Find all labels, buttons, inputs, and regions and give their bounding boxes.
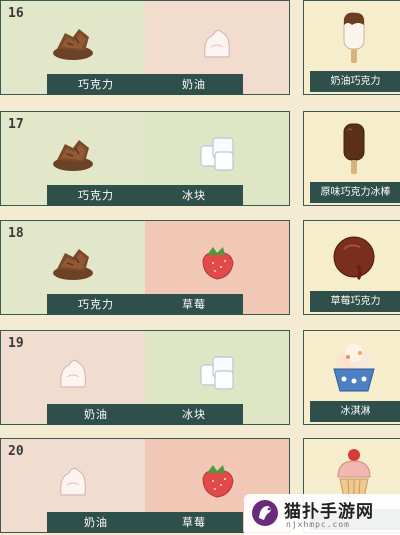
watermark-title: 猫扑手游网 bbox=[284, 502, 374, 522]
result-label: 原味巧克力冰棒 bbox=[310, 182, 400, 203]
recipe-page: 16 巧克力 奶油 奶油巧克力 17 巧克力 冰块 原味巧克力冰棒 18 巧克力… bbox=[0, 0, 400, 535]
watermark: 猫扑手游网 njxhmpc.com bbox=[244, 494, 400, 535]
chocolate-icon bbox=[49, 134, 97, 174]
result-label: 冰淇淋 bbox=[310, 401, 400, 422]
ice-cube-icon bbox=[193, 353, 241, 393]
recipe-row: 16 巧克力 奶油 奶油巧克力 bbox=[0, 0, 400, 97]
chocolate-icon bbox=[49, 23, 97, 63]
cream-icon bbox=[49, 353, 97, 393]
ice-cream-cup-icon bbox=[330, 339, 378, 397]
ingredient-label-bar: 巧克力 奶油 bbox=[47, 74, 243, 95]
ingredient-label-bar: 巧克力 草莓 bbox=[47, 294, 243, 315]
ingredient-label: 巧克力 bbox=[78, 78, 114, 91]
recipe-row: 18 巧克力 草莓 草莓巧克力 bbox=[0, 220, 400, 317]
ingredient-label-bar: 奶油 草莓 bbox=[47, 512, 243, 533]
result-label: 草莓巧克力 bbox=[310, 291, 400, 312]
strawberry-icon bbox=[193, 243, 241, 283]
recipe-number: 17 bbox=[8, 117, 24, 132]
strawberry-chocolate-icon bbox=[330, 229, 378, 287]
result-label: 奶油巧克力 bbox=[310, 71, 400, 92]
result-card[interactable]: 草莓巧克力 bbox=[303, 220, 400, 315]
recipe-number: 20 bbox=[8, 444, 24, 459]
ingredient-label-bar: 巧克力 冰块 bbox=[47, 185, 243, 206]
ingredient-label: 草莓 bbox=[182, 298, 206, 311]
result-card[interactable]: 冰淇淋 bbox=[303, 330, 400, 425]
recipe-row: 17 巧克力 冰块 原味巧克力冰棒 bbox=[0, 111, 400, 208]
recipe-number: 16 bbox=[8, 6, 24, 21]
watermark-logo-icon bbox=[250, 498, 280, 528]
watermark-url: njxhmpc.com bbox=[286, 520, 350, 529]
recipe-row: 19 奶油 冰块 冰淇淋 bbox=[0, 330, 400, 427]
ingredient-label: 草莓 bbox=[182, 516, 206, 529]
ingredient-label: 冰块 bbox=[182, 408, 206, 421]
cream-chocolate-popsicle-icon bbox=[330, 9, 378, 67]
ingredient-label: 冰块 bbox=[182, 189, 206, 202]
ingredient-label: 巧克力 bbox=[78, 189, 114, 202]
result-card[interactable]: 原味巧克力冰棒 bbox=[303, 111, 400, 206]
ingredient-label: 奶油 bbox=[84, 516, 108, 529]
chocolate-popsicle-icon bbox=[330, 120, 378, 178]
result-card[interactable]: 奶油巧克力 bbox=[303, 0, 400, 95]
ingredient-label-bar: 奶油 冰块 bbox=[47, 404, 243, 425]
ingredient-label: 奶油 bbox=[84, 408, 108, 421]
recipe-number: 19 bbox=[8, 336, 24, 351]
ingredient-label: 奶油 bbox=[182, 78, 206, 91]
ingredient-label: 巧克力 bbox=[78, 298, 114, 311]
ice-cube-icon bbox=[193, 134, 241, 174]
chocolate-icon bbox=[49, 243, 97, 283]
strawberry-icon bbox=[193, 461, 241, 501]
recipe-number: 18 bbox=[8, 226, 24, 241]
cream-icon bbox=[49, 461, 97, 501]
cream-icon bbox=[193, 23, 241, 63]
